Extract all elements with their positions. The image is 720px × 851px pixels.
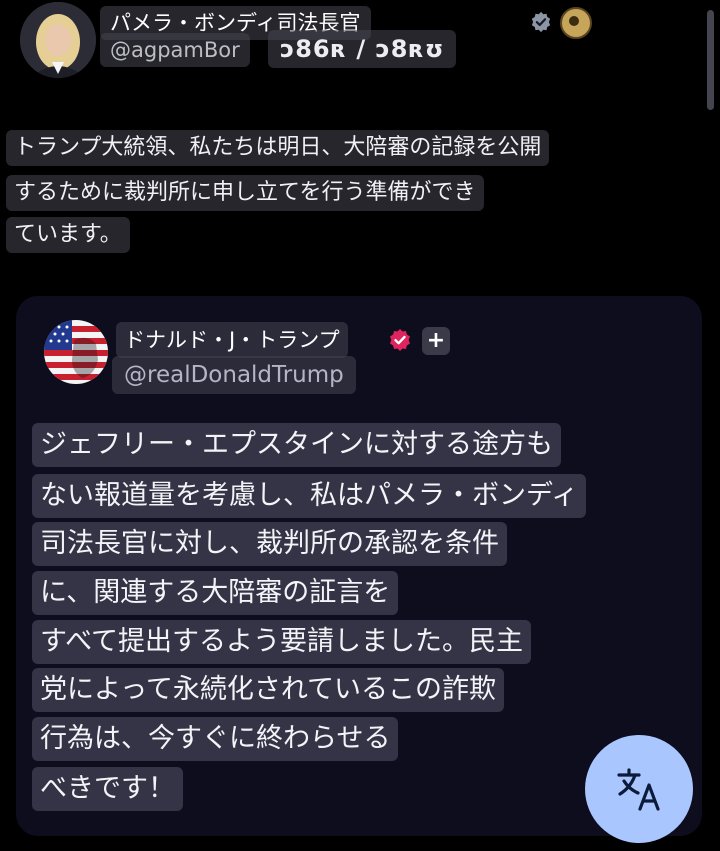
quoted-text-line: ない報道量を考慮し、私はパメラ・ボンディ xyxy=(32,474,587,518)
verified-badge-gray-icon xyxy=(531,11,551,33)
doj-seal-icon xyxy=(560,7,592,39)
post-text-line: トランプ大統領、私たちは明日、大陪審の記録を公開 xyxy=(6,130,550,166)
quoted-text-line: 行為は、今すぐに終わらせる xyxy=(32,717,399,761)
scrollbar[interactable] xyxy=(707,10,714,110)
quoted-text-line: 党によって永続化されているこの詐欺 xyxy=(32,668,505,712)
post-text-line: ています。 xyxy=(6,217,130,253)
translate-icon xyxy=(617,768,660,811)
plus-badge-icon: + xyxy=(422,327,450,355)
quoted-author-handle[interactable]: @realDonaldTrump xyxy=(112,356,356,394)
post-text-line: するために裁判所に申し立てを行う準備ができ xyxy=(6,175,484,211)
quoted-author-name[interactable]: ドナルド・J・トランプ xyxy=(116,322,348,358)
author-handle[interactable]: @agpamBor xyxy=(100,33,250,67)
quoted-text-line: に、関連する大陪審の証言を xyxy=(32,571,399,615)
quoted-text-line: すべて提出するよう要請しました。民主 xyxy=(32,620,532,664)
quoted-text-line: べきです！ xyxy=(32,767,183,811)
avatar-image xyxy=(20,2,96,78)
quoted-text-line: 司法長官に対し、裁判所の承認を条件 xyxy=(32,522,507,566)
overlay-digits: ɔ86ʀ / ɔ8ʀʊ xyxy=(268,30,457,68)
quoted-text-line: ジェフリー・エプスタインに対する途方も xyxy=(32,423,561,467)
author-avatar[interactable] xyxy=(20,2,96,78)
quoted-author-avatar[interactable] xyxy=(44,320,108,384)
translate-button[interactable] xyxy=(585,735,693,843)
flag-face-avatar-image xyxy=(44,320,108,384)
verified-badge-pink-icon xyxy=(390,329,410,351)
